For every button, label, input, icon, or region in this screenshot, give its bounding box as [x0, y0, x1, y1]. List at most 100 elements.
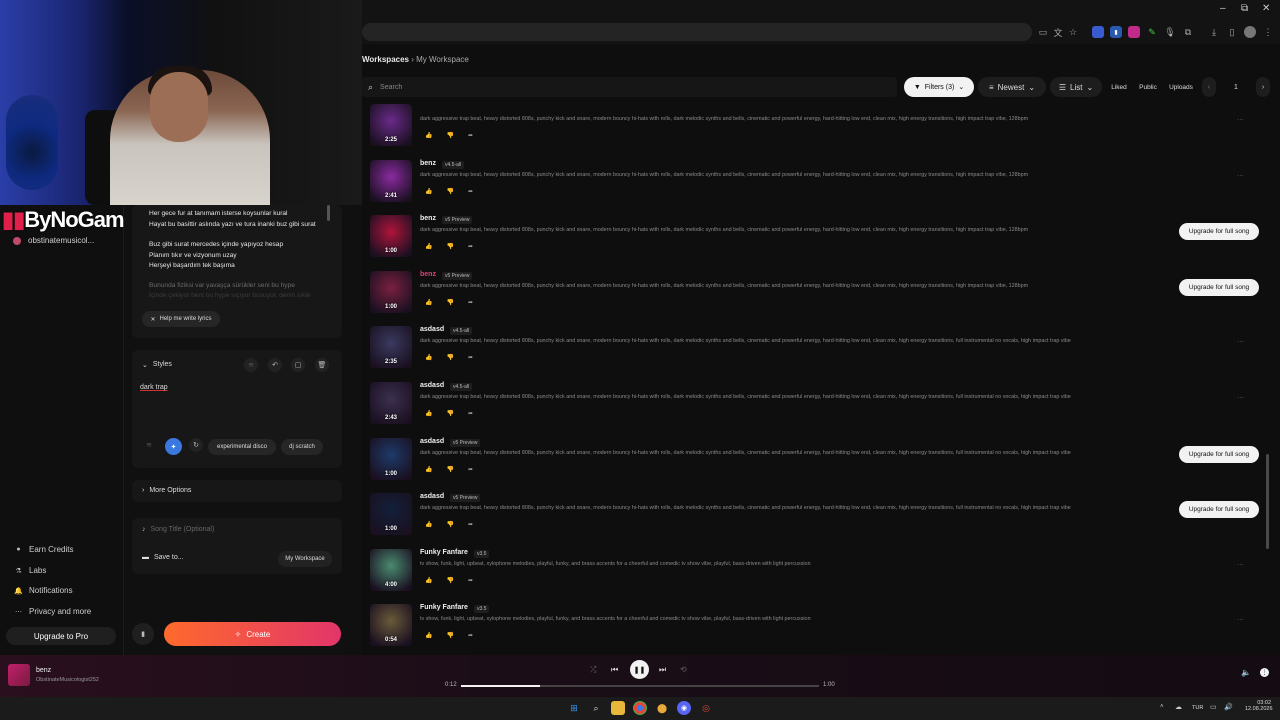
progress-track[interactable] [461, 685, 819, 687]
file-explorer-icon[interactable] [611, 701, 625, 715]
share-icon[interactable]: ➦ [468, 132, 473, 139]
song-title[interactable]: asdasd [420, 382, 444, 389]
song-row[interactable]: 2:41 benz v4.5-all dark aggressive trap bea… [370, 158, 1270, 210]
now-playing-artist[interactable]: ObstinateMusicologist252 [36, 677, 99, 683]
app-icon[interactable]: ◎ [699, 701, 713, 715]
share-icon[interactable]: ➦ [468, 410, 473, 417]
style-tag[interactable]: dj scratch [281, 439, 323, 455]
style-bpm-icon[interactable]: ≋ [244, 358, 258, 372]
user-profile[interactable]: obstinatemusicol... [13, 236, 94, 245]
previous-icon[interactable]: ⏮ [611, 665, 618, 675]
song-title[interactable]: benz [420, 215, 436, 222]
more-options-icon[interactable]: ⋯ [1237, 338, 1244, 346]
share-icon[interactable]: ➦ [468, 632, 473, 639]
clock[interactable]: 03:02 12.08.2026 [1245, 700, 1273, 712]
song-title-input[interactable]: ♪ Song Title (Optional) [142, 526, 214, 533]
song-title[interactable]: Funky Fanfare [420, 604, 468, 611]
song-cover[interactable]: 1:00 [370, 437, 412, 480]
app-icon[interactable]: ⬤ [655, 701, 669, 715]
like-icon[interactable]: 👍 [425, 188, 432, 195]
song-row[interactable]: 2:35 asdasd v4.5-all dark aggressive trap b… [370, 324, 1270, 376]
minimize-button[interactable]: – [1220, 3, 1226, 14]
like-icon[interactable]: 👍 [425, 299, 432, 306]
like-icon[interactable]: 👍 [425, 466, 432, 473]
refresh-icon[interactable]: ↻ [189, 438, 203, 452]
sidebar-item-notifications[interactable]: 🔔 Notifications [14, 586, 72, 595]
repeat-icon[interactable]: ⟲ [680, 665, 687, 674]
song-row[interactable]: 1:00 asdasd v5 Preview dark aggressive trap… [370, 491, 1270, 543]
create-button[interactable]: ✧ Create [164, 622, 341, 646]
share-icon[interactable]: ➦ [468, 188, 473, 195]
prev-page-icon[interactable]: ‹ [1202, 77, 1216, 97]
song-cover[interactable]: 2:35 [370, 326, 412, 369]
share-icon[interactable]: ➦ [468, 354, 473, 361]
close-window-button[interactable]: ✕ [1262, 3, 1270, 14]
tray-icon[interactable]: ☁ [1175, 703, 1182, 711]
song-row[interactable]: 4:00 Funky Fanfare v3.5 tv show, funk, ligh… [370, 547, 1270, 599]
lyrics-card[interactable]: Her gece fur at tanımam isterse koysunla… [132, 205, 342, 338]
more-options-icon[interactable]: ⋯ [1237, 116, 1244, 124]
undo-icon[interactable]: ↶ [268, 358, 282, 372]
song-row[interactable]: 1:00 benz v5 Preview dark aggressive trap b… [370, 269, 1270, 321]
trash-icon[interactable]: 🗑 [315, 358, 329, 372]
sidebar-item-privacy[interactable]: ⋯ Privacy and more [15, 607, 91, 616]
dislike-icon[interactable]: 👎 [446, 243, 453, 250]
song-cover[interactable]: 4:00 [370, 548, 412, 591]
public-filter[interactable]: Public [1136, 77, 1160, 97]
filters-button[interactable]: ▼ Filters (3) ⌄ [904, 77, 974, 97]
share-icon[interactable]: ➦ [468, 466, 473, 473]
song-cover[interactable]: 1:00 [370, 270, 412, 313]
dislike-icon[interactable]: 👎 [446, 132, 453, 139]
dislike-icon[interactable]: 👎 [446, 632, 453, 639]
list-scrollbar[interactable] [1266, 454, 1269, 549]
avatar[interactable] [1244, 26, 1256, 38]
cast-icon[interactable]: ▭ [1037, 26, 1049, 38]
volume-icon[interactable]: 🔈 [1241, 668, 1251, 677]
page-number[interactable]: 1 [1226, 77, 1246, 97]
dislike-icon[interactable]: 👎 [446, 354, 453, 361]
extension-icon[interactable] [1128, 26, 1140, 38]
like-icon[interactable]: 👍 [425, 132, 432, 139]
lyrics-scrollbar[interactable] [327, 205, 330, 221]
song-cover[interactable]: 2:43 [370, 382, 412, 424]
song-cover[interactable]: 1:00 [370, 493, 412, 536]
language-indicator[interactable]: TUR [1192, 705, 1203, 711]
song-cover[interactable]: 0:54 [370, 604, 412, 647]
clear-icon[interactable]: ▮ [132, 623, 154, 645]
workspace-select[interactable]: My Workspace [278, 551, 332, 567]
more-options-card[interactable]: › More Options [132, 480, 342, 502]
song-cover[interactable]: 1:00 [370, 215, 412, 258]
upgrade-full-song-button[interactable]: Upgrade for full song [1179, 445, 1259, 463]
address-bar[interactable] [362, 23, 1032, 41]
dislike-icon[interactable]: 👎 [446, 466, 453, 473]
share-icon[interactable]: ➦ [468, 299, 473, 306]
share-icon[interactable]: ➦ [468, 243, 473, 250]
now-playing-cover[interactable] [8, 664, 30, 686]
like-icon[interactable]: 👍 [425, 577, 432, 584]
extension-badge-icon[interactable]: ▮ [1110, 26, 1122, 38]
song-title[interactable]: benz [420, 271, 436, 278]
song-row[interactable]: 1:00 asdasd v5 Preview dark aggressive trap… [370, 436, 1270, 488]
dislike-icon[interactable]: 👎 [446, 188, 453, 195]
search-input[interactable]: ⌕ Search [362, 77, 897, 97]
pause-button[interactable]: ❚❚ [630, 660, 649, 679]
like-icon[interactable]: 👍 [425, 243, 432, 250]
dislike-icon[interactable]: 👎 [446, 410, 453, 417]
song-row[interactable]: 2:25 dark aggressive trap beat, heavy dis… [370, 102, 1270, 154]
song-cover[interactable]: 2:41 [370, 159, 412, 202]
style-bars-icon[interactable]: ≋ [142, 438, 156, 452]
like-icon[interactable]: 👍 [425, 521, 432, 528]
extension-icon[interactable] [1092, 26, 1104, 38]
share-icon[interactable]: ➦ [468, 577, 473, 584]
maximize-button[interactable]: ⧉ [1241, 3, 1248, 14]
song-cover[interactable]: 2:25 [370, 104, 412, 146]
share-icon[interactable]: ➦ [468, 521, 473, 528]
view-select[interactable]: ☰ List ⌄ [1050, 77, 1102, 97]
more-options-icon[interactable]: ⋯ [1237, 616, 1244, 624]
breadcrumb-root[interactable]: Workspaces [362, 55, 409, 64]
shuffle-icon[interactable]: ⤮ [590, 665, 596, 675]
like-icon[interactable]: 👍 [425, 410, 432, 417]
network-icon[interactable]: ▭ [1210, 703, 1217, 711]
uploads-filter[interactable]: Uploads [1165, 77, 1197, 97]
next-icon[interactable]: ⏭ [659, 665, 666, 675]
